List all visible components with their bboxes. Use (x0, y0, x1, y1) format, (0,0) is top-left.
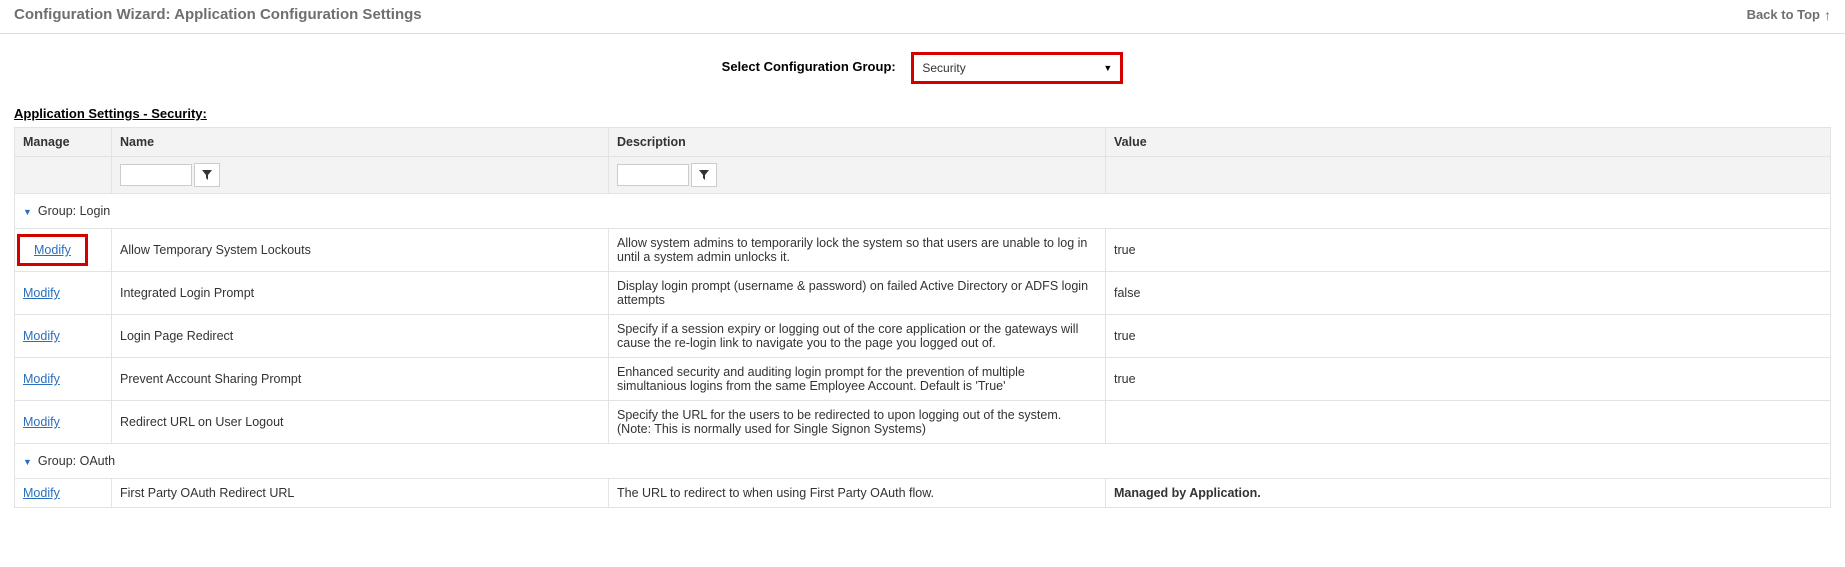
chevron-down-icon: ▼ (1103, 63, 1112, 73)
col-name-header: Name (112, 128, 609, 157)
page-header: Configuration Wizard: Application Config… (0, 0, 1845, 34)
manage-cell: Modify (15, 358, 112, 401)
value-cell: Managed by Application. (1106, 479, 1831, 508)
col-description-header: Description (609, 128, 1106, 157)
value-cell: true (1106, 315, 1831, 358)
description-cell: Display login prompt (username & passwor… (609, 272, 1106, 315)
group-label: Group: OAuth (38, 454, 115, 468)
filter-icon (699, 170, 709, 180)
value-cell: true (1106, 229, 1831, 272)
modify-link[interactable]: Modify (34, 243, 71, 257)
modify-link[interactable]: Modify (23, 372, 60, 386)
description-cell: Allow system admins to temporarily lock … (609, 229, 1106, 272)
value-cell: true (1106, 358, 1831, 401)
config-group-label: Select Configuration Group: (722, 59, 896, 74)
description-filter-input[interactable] (617, 164, 689, 186)
name-cell: First Party OAuth Redirect URL (112, 479, 609, 508)
arrow-up-icon: ↑ (1824, 8, 1831, 22)
manage-cell: Modify (15, 401, 112, 444)
name-cell: Prevent Account Sharing Prompt (112, 358, 609, 401)
value-cell (1106, 401, 1831, 444)
table-row: Modify Integrated Login PromptDisplay log… (15, 272, 1831, 315)
table-row: Modify Allow Temporary System LockoutsAll… (15, 229, 1831, 272)
table-row: Modify First Party OAuth Redirect URLThe … (15, 479, 1831, 508)
modify-link[interactable]: Modify (23, 415, 60, 429)
filter-cell-name (112, 157, 609, 194)
manage-cell: Modify (15, 272, 112, 315)
collapse-toggle-icon[interactable]: ▼ (23, 207, 32, 217)
group-header-row[interactable]: ▼ Group: Login (15, 194, 1831, 229)
manage-cell: Modify (15, 229, 112, 272)
description-cell: The URL to redirect to when using First … (609, 479, 1106, 508)
filter-cell-manage (15, 157, 112, 194)
group-header-row[interactable]: ▼ Group: OAuth (15, 444, 1831, 479)
name-filter-input[interactable] (120, 164, 192, 186)
filter-cell-value (1106, 157, 1831, 194)
back-to-top-label: Back to Top (1747, 7, 1820, 22)
name-cell: Redirect URL on User Logout (112, 401, 609, 444)
section-title: Application Settings - Security: (0, 106, 1845, 127)
name-cell: Allow Temporary System Lockouts (112, 229, 609, 272)
modify-link[interactable]: Modify (23, 286, 60, 300)
settings-table: Manage Name Description Value (14, 127, 1831, 508)
manage-cell: Modify (15, 315, 112, 358)
config-group-dropdown[interactable]: Security ▼ (911, 52, 1123, 84)
back-to-top-link[interactable]: Back to Top ↑ (1747, 7, 1831, 22)
highlight-box: Modify (17, 234, 88, 266)
table-header-row: Manage Name Description Value (15, 128, 1831, 157)
description-filter-button[interactable] (691, 163, 717, 187)
col-value-header: Value (1106, 128, 1831, 157)
manage-cell: Modify (15, 479, 112, 508)
table-row: Modify Prevent Account Sharing PromptEnha… (15, 358, 1831, 401)
table-row: Modify Login Page RedirectSpecify if a se… (15, 315, 1831, 358)
col-manage-header: Manage (15, 128, 112, 157)
description-cell: Enhanced security and auditing login pro… (609, 358, 1106, 401)
modify-link[interactable]: Modify (23, 486, 60, 500)
table-row: Modify Redirect URL on User LogoutSpecify… (15, 401, 1831, 444)
modify-link[interactable]: Modify (23, 329, 60, 343)
filter-icon (202, 170, 212, 180)
description-cell: Specify the URL for the users to be redi… (609, 401, 1106, 444)
collapse-toggle-icon[interactable]: ▼ (23, 457, 32, 467)
description-cell: Specify if a session expiry or logging o… (609, 315, 1106, 358)
page-title: Configuration Wizard: Application Config… (14, 6, 422, 23)
filter-cell-description (609, 157, 1106, 194)
config-group-value: Security (922, 61, 965, 75)
name-cell: Integrated Login Prompt (112, 272, 609, 315)
table-filter-row (15, 157, 1831, 194)
value-cell: false (1106, 272, 1831, 315)
group-label: Group: Login (38, 204, 110, 218)
name-cell: Login Page Redirect (112, 315, 609, 358)
config-group-selector-row: Select Configuration Group: Security ▼ (0, 34, 1845, 106)
name-filter-button[interactable] (194, 163, 220, 187)
